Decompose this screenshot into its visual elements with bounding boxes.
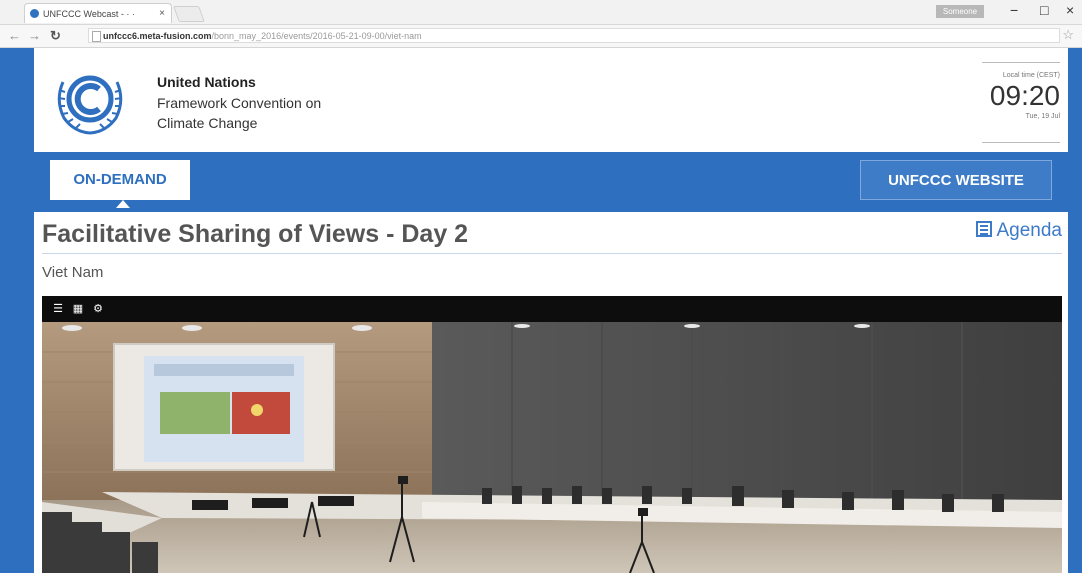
new-tab-button[interactable]	[173, 6, 205, 22]
list-icon[interactable]: ☰	[52, 303, 64, 315]
on-demand-label: ON-DEMAND	[73, 171, 167, 188]
player-toolbar: ☰ ▦ ⚙	[42, 296, 1062, 322]
reload-icon[interactable]: ↻	[50, 28, 61, 44]
video-player[interactable]: ☰ ▦ ⚙	[42, 296, 1062, 573]
local-time-clock: Local time (CEST) 09:20 Tue, 19 Jul	[974, 58, 1060, 146]
grid-icon[interactable]: ▦	[72, 303, 84, 315]
tab-title: UNFCCC Webcast - · ·	[43, 9, 135, 19]
webpage: United Nations Framework Convention on C…	[0, 48, 1082, 573]
url-path: /bonn_may_2016/events/2016-05-21-09-00/v…	[211, 31, 422, 41]
clock-top-divider	[982, 62, 1060, 63]
active-caret-icon	[116, 200, 130, 208]
url-field[interactable]: unfccc6.meta-fusion.com/bonn_may_2016/ev…	[88, 28, 1060, 43]
minimize-button[interactable]: −	[1010, 2, 1018, 18]
agenda-icon	[976, 221, 993, 237]
clock-time: 09:20	[989, 80, 1060, 111]
on-demand-button[interactable]: ON-DEMAND	[50, 160, 190, 208]
title-divider	[42, 253, 1062, 254]
maximize-button[interactable]: □	[1040, 2, 1048, 18]
clock-bottom-divider	[982, 142, 1060, 143]
agenda-label: Agenda	[996, 220, 1062, 241]
browser-tab[interactable]: UNFCCC Webcast - · · ×	[24, 3, 172, 23]
event-content: Facilitative Sharing of Views - Day 2 Ag…	[34, 212, 1068, 573]
clock-label: Local time (CEST)	[1002, 72, 1060, 79]
site-header: United Nations Framework Convention on C…	[34, 48, 1068, 152]
url-domain: unfccc6.meta-fusion.com	[103, 31, 212, 41]
user-profile-badge[interactable]: Someone	[936, 5, 984, 18]
close-window-button[interactable]: ×	[1066, 2, 1074, 18]
agenda-link[interactable]: Agenda	[976, 220, 1062, 242]
event-subtitle: Viet Nam	[42, 264, 104, 281]
favicon-icon	[30, 9, 39, 18]
forward-icon[interactable]: →	[28, 28, 41, 43]
unfccc-logo[interactable]	[50, 62, 130, 138]
tab-close-icon[interactable]: ×	[159, 4, 165, 23]
org-name-line1: United Nations	[157, 74, 256, 90]
event-title: Facilitative Sharing of Views - Day 2	[42, 220, 469, 248]
unfccc-website-button[interactable]: UNFCCC WEBSITE	[860, 160, 1052, 200]
clock-date: Tue, 19 Jul	[1025, 113, 1060, 120]
conference-room-video-frame	[42, 322, 1062, 573]
org-name-line3: Climate Change	[157, 115, 258, 131]
org-name-line2: Framework Convention on	[157, 95, 322, 111]
settings-icon[interactable]: ⚙	[92, 303, 104, 315]
main-navbar: ON-DEMAND UNFCCC WEBSITE	[34, 152, 1068, 212]
page-background-left	[0, 48, 34, 573]
back-icon[interactable]: ←	[8, 28, 21, 43]
page-icon	[92, 31, 101, 42]
star-icon[interactable]: ☆	[1062, 27, 1074, 43]
page-background-right	[1068, 48, 1082, 573]
address-bar: ← → ↻ unfccc6.meta-fusion.com/bonn_may_2…	[0, 25, 1082, 48]
browser-tab-bar: UNFCCC Webcast - · · × Someone − □ ×	[0, 0, 1082, 25]
